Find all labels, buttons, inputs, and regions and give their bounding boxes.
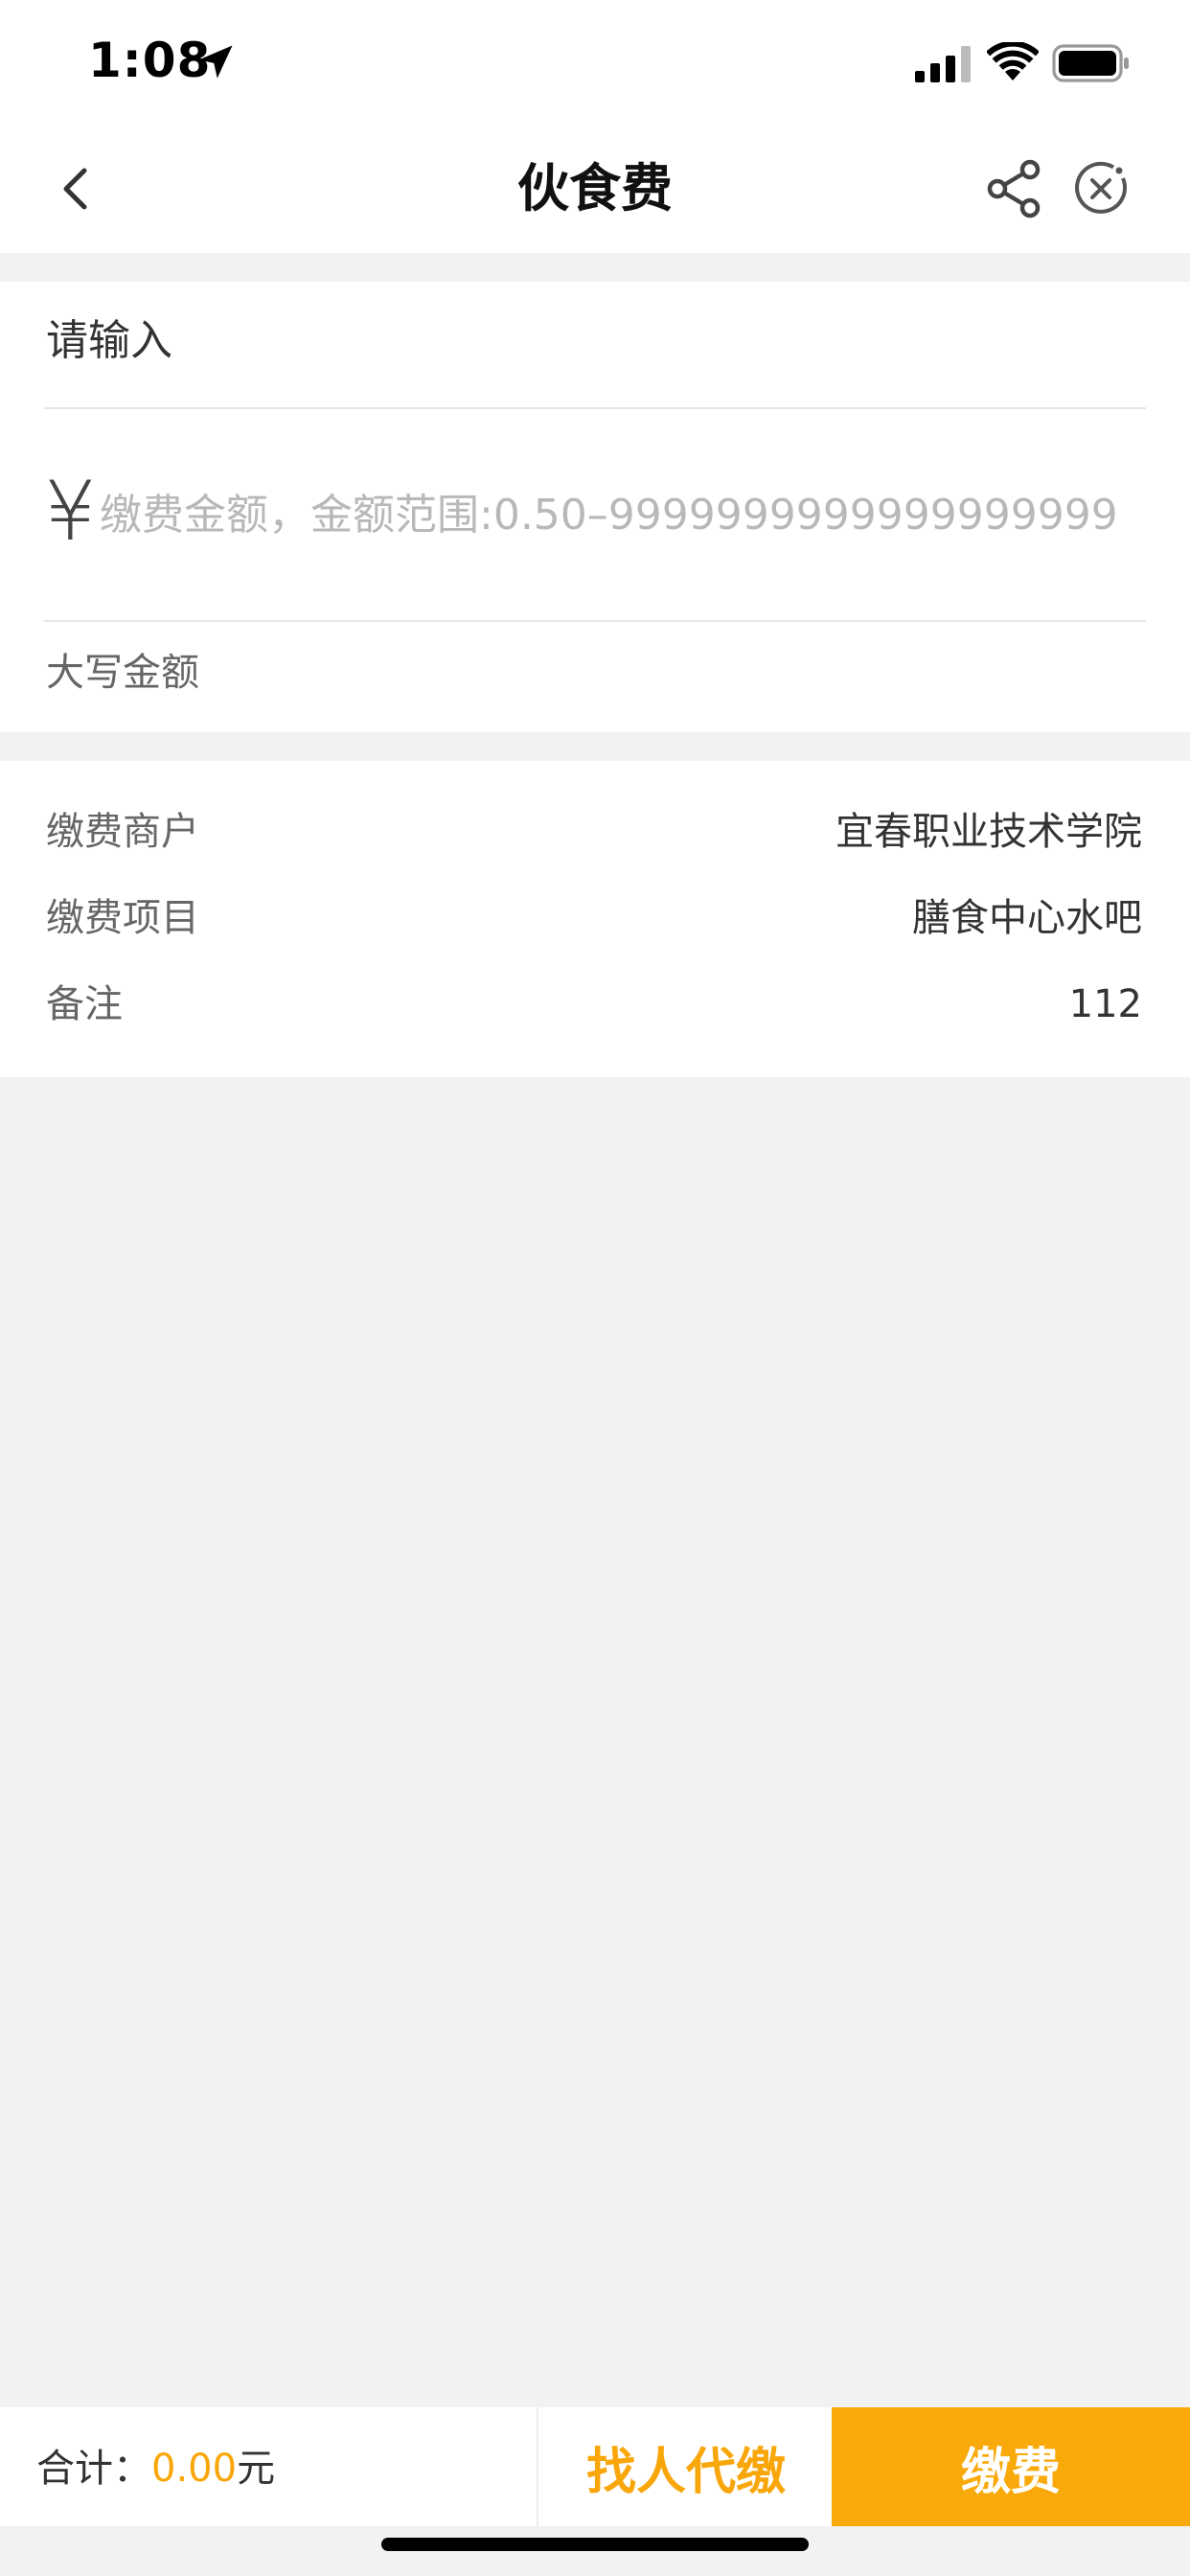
info-value: 112	[1068, 982, 1142, 1026]
input-label: 请输入	[46, 316, 172, 365]
wifi-icon	[987, 42, 1039, 80]
battery-icon	[1052, 44, 1129, 82]
amount-card: 请输入 ¥ 大写金额	[0, 282, 1190, 732]
navigation-bar: 伙食费	[0, 128, 1190, 253]
total-label: 合计：	[36, 2447, 151, 2491]
info-value: 宜春职业技术学院	[835, 810, 1142, 854]
total-summary: 合计：0.00元	[36, 2442, 275, 2496]
info-row-merchant: 缴费商户 宜春职业技术学院	[0, 799, 1190, 866]
status-bar: 1:08	[0, 0, 1190, 128]
info-row-item: 缴费项目 膳食中心水吧	[0, 886, 1190, 953]
divider	[44, 620, 1146, 622]
info-key: 缴费项目	[46, 896, 199, 940]
info-key: 备注	[46, 982, 123, 1026]
amount-input[interactable]	[100, 481, 1144, 548]
close-miniprogram-icon[interactable]	[1071, 159, 1131, 218]
payment-info-card: 缴费商户 宜春职业技术学院 缴费项目 膳食中心水吧 备注 112	[0, 761, 1190, 1077]
status-time: 1:08	[88, 33, 212, 88]
info-key: 缴费商户	[46, 810, 199, 854]
pay-button[interactable]: 缴费	[832, 2407, 1190, 2526]
cellular-signal-icon	[915, 46, 971, 82]
location-arrow-icon	[198, 45, 233, 79]
uppercase-amount-label: 大写金额	[46, 651, 199, 695]
home-indicator	[381, 2538, 809, 2551]
total-unit: 元	[237, 2447, 276, 2491]
share-icon[interactable]	[983, 157, 1046, 220]
currency-symbol: ¥	[44, 464, 97, 560]
total-value: 0.00	[151, 2447, 238, 2491]
bottom-action-bar: 合计：0.00元 找人代缴 缴费	[0, 2407, 1190, 2526]
find-proxy-payer-button[interactable]: 找人代缴	[537, 2407, 834, 2526]
divider	[44, 407, 1146, 409]
info-value: 膳食中心水吧	[912, 896, 1142, 940]
info-row-remark: 备注 112	[0, 972, 1190, 1039]
